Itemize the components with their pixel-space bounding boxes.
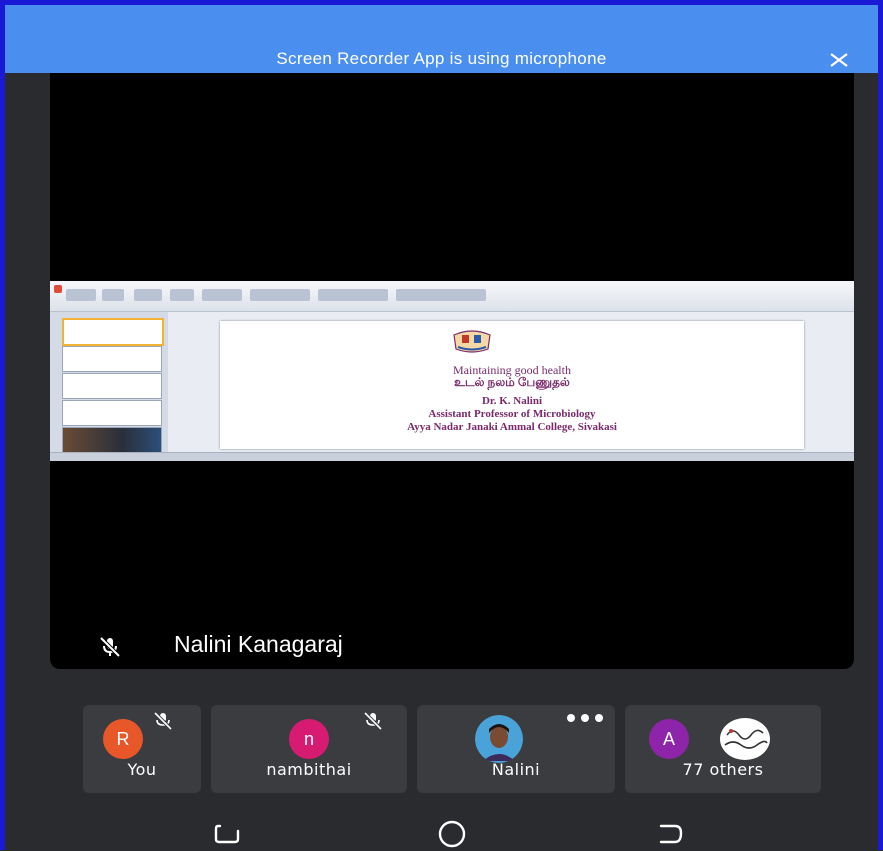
participant-tile-nambithai[interactable]: n nambithai (211, 705, 407, 793)
ribbon-tool (250, 289, 310, 301)
participant-tile-you[interactable]: R You (83, 705, 201, 793)
shared-screen: Maintaining good health உடல் நலம் பேணுதல… (50, 281, 854, 461)
slide-thumbnail (62, 427, 162, 453)
slide-author: Dr. K. Nalini (481, 395, 543, 407)
slide-thumbnail (62, 400, 162, 426)
presentation-ribbon (50, 281, 854, 312)
close-icon[interactable] (828, 49, 850, 71)
ribbon-tool (202, 289, 242, 301)
recording-banner: Screen Recorder App is using microphone (5, 5, 878, 73)
ribbon-tool (318, 289, 388, 301)
college-logo-icon (453, 330, 491, 353)
device-frame: Screen Recorder App is using microphone (0, 0, 883, 850)
participant-name: nambithai (266, 760, 352, 779)
avatar: A (649, 719, 689, 759)
ribbon-tool (170, 289, 194, 301)
presenter-name: Nalini Kanagaraj (174, 631, 343, 657)
avatar: R (103, 719, 143, 759)
presentation-status-bar (50, 452, 854, 461)
ribbon-tool (66, 289, 96, 301)
recents-icon[interactable] (210, 817, 244, 851)
slide-designation: Assistant Professor of Microbiology (428, 408, 596, 420)
avatar: n (289, 719, 329, 759)
presenter-video-tile[interactable]: Maintaining good health உடல் நலம் பேணுதல… (50, 73, 854, 669)
banner-text: Screen Recorder App is using microphone (276, 49, 607, 68)
slide-thumbnail (62, 373, 162, 399)
more-options-icon[interactable] (565, 713, 605, 723)
user-photo-icon (475, 715, 523, 763)
participant-name: You (127, 760, 157, 779)
participant-name: Nalini (491, 760, 541, 779)
presenter-label-bar: Nalini Kanagaraj (50, 621, 854, 669)
ribbon-tool (102, 289, 124, 301)
participant-tile-nalini[interactable]: Nalini (417, 705, 615, 793)
slide-thumbnail (62, 318, 164, 346)
participant-name: 77 others (682, 760, 764, 779)
slide-institution: Ayya Nadar Janaki Ammal College, Sivakas… (407, 421, 617, 433)
ribbon-mark (54, 285, 62, 293)
slide-tamil-title: உடல் நலம் பேணுதல் (454, 375, 570, 389)
current-slide: Maintaining good health உடல் நலம் பேணுதல… (220, 321, 804, 449)
participant-tile-others[interactable]: A 77 others (625, 705, 821, 793)
home-icon[interactable] (435, 817, 469, 851)
ribbon-tool (134, 289, 162, 301)
mic-off-icon (153, 711, 173, 731)
mic-off-icon (363, 711, 383, 731)
mic-off-icon (99, 636, 121, 658)
back-icon[interactable] (653, 817, 687, 851)
slide-thumbnail (62, 346, 162, 372)
handwritten-avatar-icon (720, 718, 770, 760)
ribbon-tool (396, 289, 486, 301)
slide-thumbnails (50, 312, 168, 457)
